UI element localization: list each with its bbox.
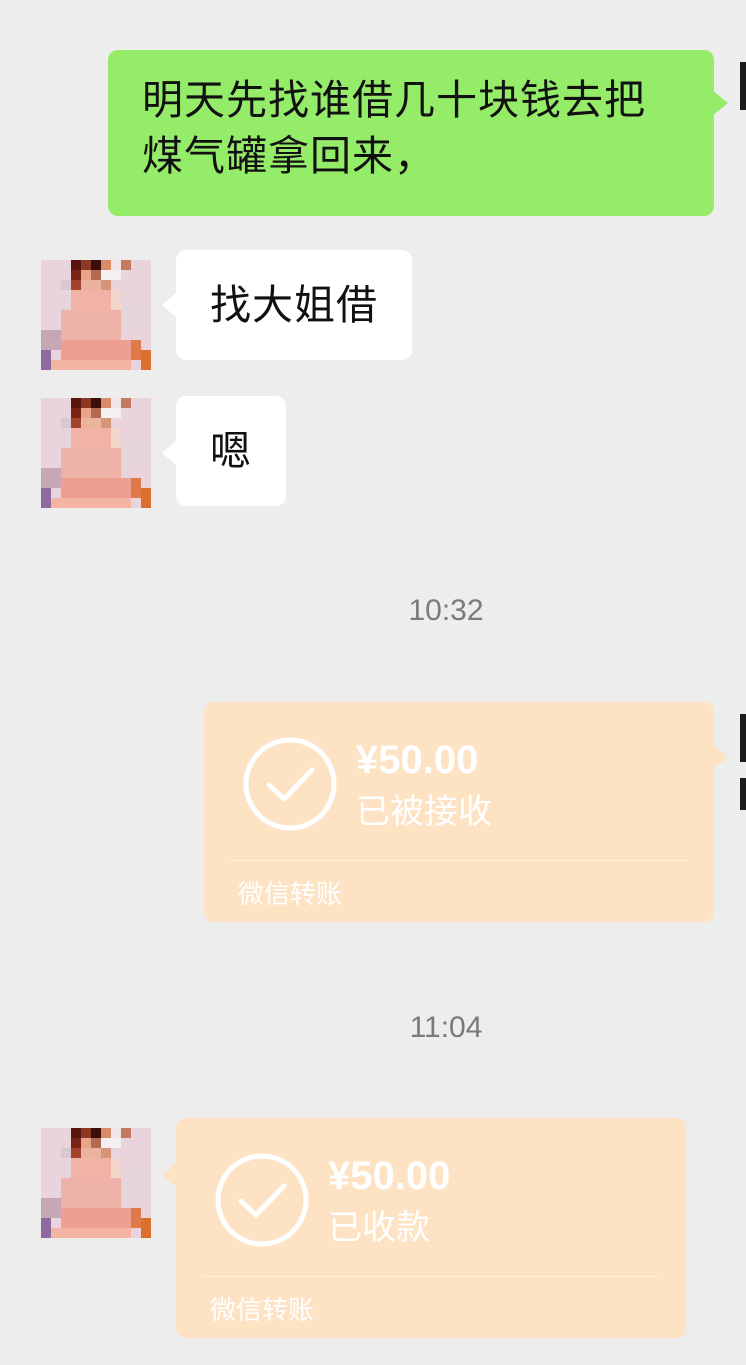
- sent-bubble-tail: [712, 90, 728, 116]
- check-circle-icon: [243, 737, 337, 831]
- transfer-amount: ¥50.00: [356, 738, 479, 782]
- received-message-text: 嗯: [210, 427, 252, 475]
- timestamp: 10:32: [408, 594, 484, 627]
- received-message-text: 找大姐借: [210, 281, 378, 329]
- timestamp: 11:04: [409, 1011, 483, 1044]
- check-circle-icon: [215, 1153, 309, 1247]
- transfer-status: 已收款: [328, 1208, 430, 1248]
- transfer-footer: 微信转账: [210, 1296, 315, 1326]
- received-message-bubble[interactable]: 嗯: [176, 396, 286, 506]
- contact-avatar[interactable]: [41, 398, 151, 508]
- sent-transfer-tail: [712, 744, 728, 770]
- transfer-divider: [230, 860, 688, 861]
- received-bubble-tail: [162, 292, 177, 318]
- transfer-amount: ¥50.00: [328, 1154, 451, 1198]
- transfer-divider: [202, 1276, 660, 1277]
- self-avatar-edge[interactable]: [740, 778, 746, 810]
- received-transfer-tail: [162, 1162, 177, 1188]
- transfer-status: 已被接收: [356, 792, 492, 832]
- self-avatar-edge[interactable]: [740, 62, 746, 110]
- transfer-footer: 微信转账: [238, 880, 343, 910]
- contact-avatar[interactable]: [41, 1128, 151, 1238]
- received-message-bubble[interactable]: 找大姐借: [176, 250, 412, 360]
- received-transfer-card[interactable]: ¥50.00 已收款 微信转账: [176, 1118, 686, 1338]
- received-bubble-tail: [162, 440, 177, 466]
- sent-message-text: 明天先找谁借几十块钱去把 煤气罐拿回来，: [142, 76, 646, 180]
- self-avatar-edge[interactable]: [740, 714, 746, 762]
- contact-avatar[interactable]: [41, 260, 151, 370]
- sent-transfer-card[interactable]: ¥50.00 已被接收 微信转账: [204, 702, 714, 922]
- sent-message-bubble[interactable]: 明天先找谁借几十块钱去把 煤气罐拿回来，: [108, 50, 714, 216]
